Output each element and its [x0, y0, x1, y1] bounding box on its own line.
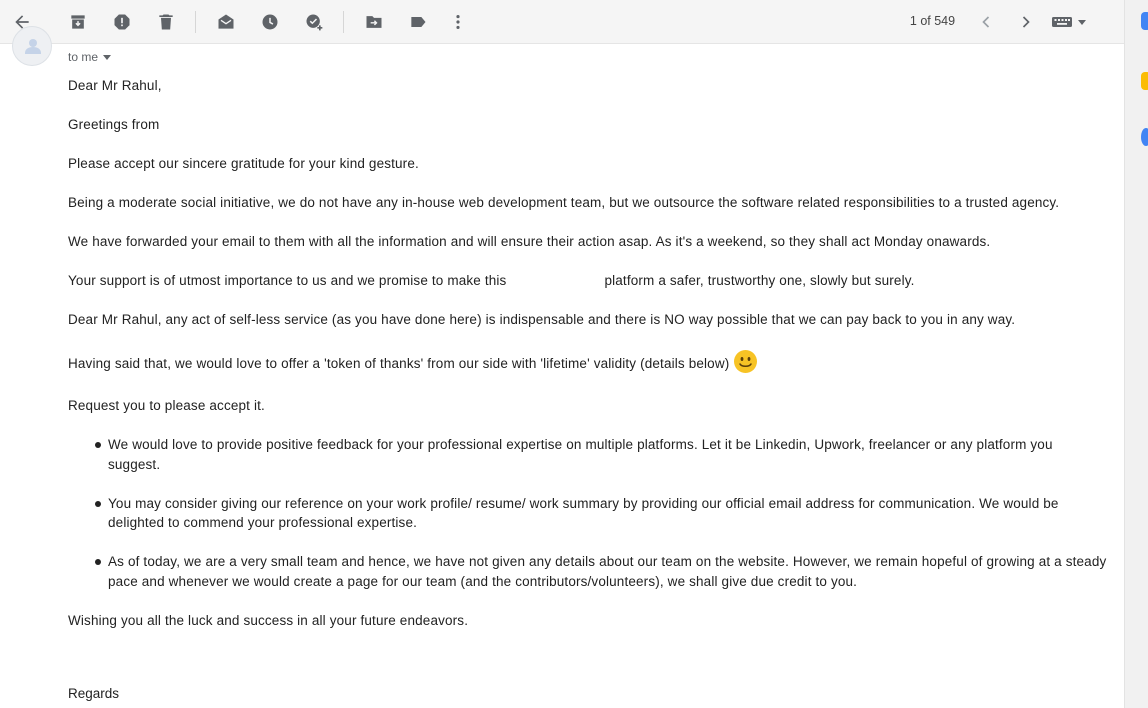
support-text-before: Your support is of utmost importance to …: [68, 273, 507, 288]
email-body: Dear Mr Rahul, Greetings from Please acc…: [68, 76, 1108, 650]
list-item: You may consider giving our reference on…: [94, 494, 1108, 533]
move-to-icon[interactable]: [360, 8, 388, 36]
calendar-icon[interactable]: [1141, 12, 1148, 30]
report-spam-icon[interactable]: [108, 8, 136, 36]
list-item: We would love to provide positive feedba…: [94, 435, 1108, 474]
paragraph-selfless-service: Dear Mr Rahul, any act of self-less serv…: [68, 312, 1016, 327]
offer-list: We would love to provide positive feedba…: [94, 435, 1108, 591]
recipient-label: to me: [68, 50, 99, 64]
delete-icon[interactable]: [152, 8, 180, 36]
recipient-details-toggle[interactable]: to me: [68, 50, 112, 64]
keep-icon[interactable]: [1141, 72, 1148, 90]
chevron-down-icon: [103, 54, 112, 60]
paragraph-request: Request you to please accept it.: [68, 398, 265, 413]
paragraph-support: Your support is of utmost importance to …: [68, 271, 1108, 291]
support-text-after: platform a safer, trustworthy one, slowl…: [604, 273, 915, 288]
greeting-line: Greetings from: [68, 117, 160, 132]
mark-unread-icon[interactable]: [212, 8, 240, 36]
tasks-icon[interactable]: [1141, 128, 1148, 146]
keyboard-icon[interactable]: [1052, 12, 1092, 32]
side-panel-strip: [1124, 0, 1148, 708]
paragraph-closing: Wishing you all the luck and success in …: [68, 612, 469, 628]
chevron-down-icon: [1078, 19, 1086, 25]
smiley-emoji-icon: [733, 349, 758, 374]
salutation: Dear Mr Rahul,: [68, 78, 162, 93]
token-text: Having said that, we would love to offer…: [68, 356, 730, 371]
chevron-right-icon[interactable]: [1012, 8, 1040, 36]
sender-avatar: [12, 26, 52, 66]
paragraph-outsourcing: Being a moderate social initiative, we d…: [68, 195, 1060, 210]
label-icon[interactable]: [404, 8, 432, 36]
paragraph-token-of-thanks: Having said that, we would love to offer…: [68, 349, 1108, 374]
paragraph-gratitude: Please accept our sincere gratitude for …: [68, 156, 419, 171]
signoff: Regards: [68, 686, 120, 701]
archive-icon[interactable]: [64, 8, 92, 36]
list-item: As of today, we are a very small team an…: [94, 552, 1108, 591]
snooze-icon[interactable]: [256, 8, 284, 36]
more-vert-icon[interactable]: [444, 8, 472, 36]
chevron-left-icon[interactable]: [972, 8, 1000, 36]
add-task-icon[interactable]: [300, 8, 328, 36]
pagination-count: 1 of 549: [909, 14, 956, 28]
message-toolbar: 1 of 549: [0, 0, 1124, 44]
paragraph-forwarded: We have forwarded your email to them wit…: [68, 234, 991, 249]
